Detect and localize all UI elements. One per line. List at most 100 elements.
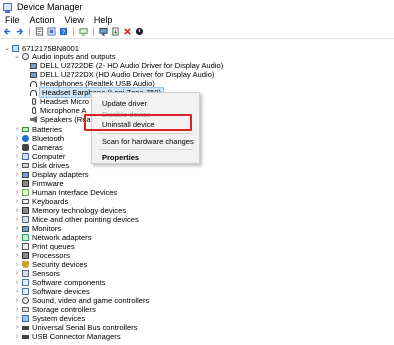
expand-chevron-icon[interactable]: ›: [14, 170, 20, 179]
category-mice[interactable]: › Mice and other pointing devices: [14, 215, 139, 224]
device-item[interactable]: Microphone A: [28, 106, 86, 115]
forward-icon[interactable]: [15, 27, 24, 36]
properties-icon[interactable]: [35, 27, 44, 36]
expand-chevron-icon[interactable]: ›: [14, 269, 20, 278]
device-item[interactable]: DELL U2722DX (HD Audio Driver for Displa…: [28, 70, 214, 79]
category-system-devices[interactable]: › System devices: [14, 314, 85, 323]
update-driver-icon[interactable]: [111, 27, 120, 36]
expand-chevron-icon[interactable]: ›: [14, 188, 20, 197]
firmware-icon: [22, 180, 29, 187]
expand-chevron-icon[interactable]: ›: [14, 251, 20, 260]
uninstall-icon[interactable]: [123, 27, 132, 36]
disable-icon[interactable]: [135, 27, 144, 36]
category-label: Display adapters: [32, 170, 89, 179]
properties-menu-item[interactable]: Properties: [102, 153, 139, 162]
category-label: Software devices: [32, 287, 90, 296]
category-label: Batteries: [32, 125, 62, 134]
expand-chevron-icon[interactable]: ›: [14, 179, 20, 188]
menu-file[interactable]: File: [5, 15, 20, 25]
category-audio[interactable]: ⌄ Audio inputs and outputs: [14, 52, 116, 61]
monitor-speaker-icon: [30, 71, 37, 78]
keyboard-icon: [22, 199, 29, 204]
expand-chevron-icon[interactable]: ›: [14, 305, 20, 314]
category-memory-technology[interactable]: › Memory technology devices: [14, 206, 126, 215]
expand-chevron-icon[interactable]: ›: [14, 152, 20, 161]
category-usb-controllers[interactable]: › Universal Serial Bus controllers: [14, 323, 138, 332]
category-display-adapters[interactable]: › Display adapters: [14, 170, 89, 179]
category-computer[interactable]: › Computer: [14, 152, 66, 161]
category-sound-video-game[interactable]: › Sound, video and game controllers: [14, 296, 150, 305]
sound-icon: [22, 297, 29, 304]
expand-chevron-icon[interactable]: ›: [14, 134, 20, 143]
printer-icon: [22, 243, 29, 250]
back-icon[interactable]: [3, 27, 12, 36]
category-disk-drives[interactable]: › Disk drives: [14, 161, 69, 170]
category-batteries[interactable]: › Batteries: [14, 125, 62, 134]
menu-view[interactable]: View: [65, 15, 84, 25]
expand-chevron-icon[interactable]: ›: [14, 287, 20, 296]
expand-chevron-icon[interactable]: ›: [14, 296, 20, 305]
category-usb-connector-managers[interactable]: › USB Connector Managers: [14, 332, 121, 341]
menu-action[interactable]: Action: [30, 15, 55, 25]
collapse-chevron-icon[interactable]: ⌄: [4, 44, 10, 53]
category-label: Keyboards: [32, 197, 69, 206]
category-label: Print queues: [32, 242, 75, 251]
category-storage-controllers[interactable]: › Storage controllers: [14, 305, 96, 314]
category-firmware[interactable]: › Firmware: [14, 179, 64, 188]
expand-chevron-icon[interactable]: ›: [14, 143, 20, 152]
device-item[interactable]: Headphones (Realtek USB Audio): [28, 79, 155, 88]
category-software-devices[interactable]: › Software devices: [14, 287, 90, 296]
audio-icon: [22, 53, 29, 60]
category-monitors[interactable]: › Monitors: [14, 224, 61, 233]
category-cameras[interactable]: › Cameras: [14, 143, 63, 152]
category-label: Mice and other pointing devices: [32, 215, 139, 224]
expand-chevron-icon[interactable]: ›: [14, 215, 20, 224]
expand-chevron-icon[interactable]: ›: [14, 161, 20, 170]
category-hid[interactable]: › Human Interface Devices: [14, 188, 117, 197]
collapse-chevron-icon[interactable]: ⌄: [14, 52, 20, 61]
expand-chevron-icon[interactable]: ›: [14, 224, 20, 233]
show-hidden-icon[interactable]: [47, 27, 56, 36]
expand-chevron-icon[interactable]: ›: [14, 260, 20, 269]
scan-icon[interactable]: [79, 27, 88, 36]
svg-text:?: ?: [62, 29, 66, 36]
expand-chevron-icon[interactable]: ›: [14, 233, 20, 242]
category-keyboards[interactable]: › Keyboards: [14, 197, 68, 206]
category-print-queues[interactable]: › Print queues: [14, 242, 75, 251]
category-label: Software components: [32, 278, 106, 287]
menu-help[interactable]: Help: [94, 15, 113, 25]
expand-chevron-icon[interactable]: ›: [14, 197, 20, 206]
update-driver-menu-item[interactable]: Update driver: [102, 99, 147, 108]
expand-chevron-icon[interactable]: ›: [14, 323, 20, 332]
category-network-adapters[interactable]: › Network adapters: [14, 233, 92, 242]
monitor-speaker-icon: [30, 62, 37, 69]
expand-chevron-icon[interactable]: ›: [14, 278, 20, 287]
category-software-components[interactable]: › Software components: [14, 278, 106, 287]
category-label: Storage controllers: [32, 305, 96, 314]
expand-chevron-icon[interactable]: ›: [14, 242, 20, 251]
usb-icon: [22, 325, 29, 330]
device-item[interactable]: Headset Micro: [28, 97, 89, 106]
toolbar-divider: [0, 38, 394, 39]
category-processors[interactable]: › Processors: [14, 251, 70, 260]
microphone-icon: [32, 98, 36, 105]
category-bluetooth[interactable]: › Bluetooth: [14, 134, 64, 143]
device-label: Microphone A: [40, 106, 87, 115]
category-sensors[interactable]: › Sensors: [14, 269, 60, 278]
category-security-devices[interactable]: › Security devices: [14, 260, 87, 269]
computer-icon: [12, 45, 19, 52]
sensor-icon: [22, 270, 29, 277]
expand-chevron-icon[interactable]: ›: [14, 125, 20, 134]
processor-icon: [22, 252, 29, 259]
scan-hardware-menu-item[interactable]: Scan for hardware changes: [102, 137, 194, 146]
expand-chevron-icon[interactable]: ›: [14, 314, 20, 323]
monitor-icon[interactable]: [99, 27, 108, 36]
device-item[interactable]: DELL U2722DE (2- HD Audio Driver for Dis…: [28, 61, 223, 70]
microphone-icon: [32, 107, 36, 114]
device-item[interactable]: Speakers (Real: [28, 115, 92, 124]
menu-separator: [98, 149, 193, 150]
help-icon[interactable]: ?: [59, 27, 68, 36]
expand-chevron-icon[interactable]: ›: [14, 206, 20, 215]
category-label: Bluetooth: [32, 134, 65, 143]
expand-chevron-icon[interactable]: ›: [14, 332, 20, 341]
